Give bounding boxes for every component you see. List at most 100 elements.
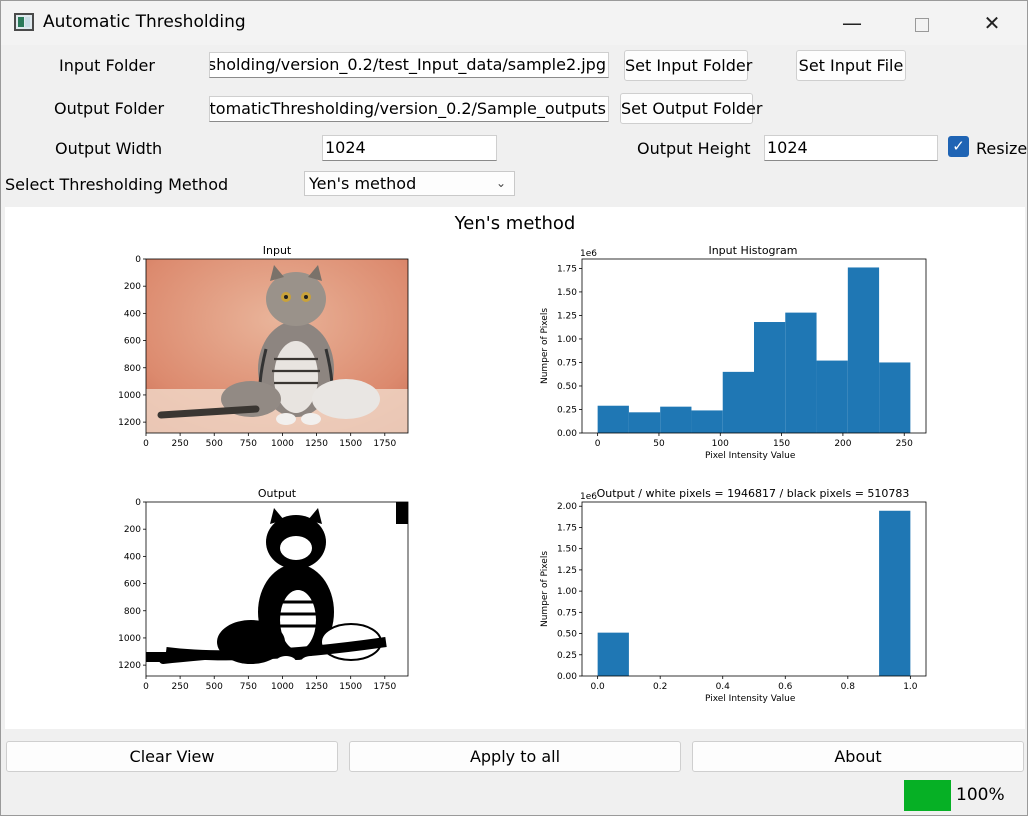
resize-label: Resize <box>976 139 1028 158</box>
output-histogram-ylabel: Numper of Pixels <box>540 550 550 628</box>
figure-suptitle: Yen's method <box>454 213 576 234</box>
y-scale-label: 1e6 <box>580 492 597 502</box>
y-tick-label: 1.75 <box>557 264 577 274</box>
x-tick-label: 750 <box>240 439 257 449</box>
input-path-field[interactable]: C:/Users/Github/AutomaticThresholding/ve… <box>209 52 609 78</box>
x-tick-label: 250 <box>172 682 189 692</box>
set-input-folder-button[interactable]: Set Input Folder <box>624 50 752 81</box>
progress-bar <box>904 780 951 811</box>
histogram-frame <box>581 501 927 677</box>
input-folder-label: Input Folder <box>59 56 155 75</box>
histogram-bar <box>879 510 911 676</box>
output-width-label: Output Width <box>55 139 163 158</box>
histogram-bar <box>660 406 692 433</box>
y-tick-label: 1000 <box>118 634 141 644</box>
output-histogram-chart: 0.0 0.2 0.4 0.6 0.8 1.0 0.00 0.25 0.50 0.75 1.00 1.… <box>557 492 927 692</box>
y-tick-label: 0.00 <box>557 672 577 682</box>
app-window: Automatic Thresholding — ✕ Input Folder … <box>0 0 1028 816</box>
x-tick-label: 500 <box>206 439 223 449</box>
x-tick-label: 0 <box>143 439 149 449</box>
y-tick-label: 0.00 <box>557 429 577 439</box>
histogram-bar <box>785 312 817 433</box>
x-tick-label: 250 <box>172 439 189 449</box>
x-tick-label: 1500 <box>339 439 362 449</box>
resize-checkbox[interactable]: ✓ <box>948 136 969 157</box>
method-label: Select Thresholding Method <box>5 175 229 194</box>
x-tick-label: 0.8 <box>841 682 856 692</box>
y-scale-label: 1e6 <box>580 249 597 259</box>
x-tick-label: 150 <box>773 439 790 449</box>
y-tick-label: 0.50 <box>557 630 577 640</box>
y-tick-label: 200 <box>124 525 141 535</box>
y-tick-label: 200 <box>124 282 141 292</box>
y-tick-label: 600 <box>124 337 141 347</box>
y-tick-label: 1.25 <box>557 566 577 576</box>
histogram-bar <box>628 412 661 433</box>
output-width-input[interactable]: 1024 <box>322 135 497 161</box>
method-select[interactable]: Yen's method ⌄ <box>304 171 515 196</box>
output-histogram-xlabel: Pixel Intensity Value <box>705 694 796 704</box>
x-tick-label: 1250 <box>305 682 328 692</box>
x-tick-label: 1.0 <box>903 682 918 692</box>
output-path-field[interactable]: C:/Users/Github/AutomaticThresholding/ve… <box>209 96 609 122</box>
y-tick-label: 1.50 <box>557 545 577 555</box>
y-tick-label: 1.75 <box>557 523 577 533</box>
y-tick-label: 800 <box>124 607 141 617</box>
y-tick-label: 1200 <box>118 418 141 428</box>
x-tick-label: 0.4 <box>716 682 731 692</box>
histogram-bar <box>597 405 629 433</box>
about-button[interactable]: About <box>692 741 1024 772</box>
x-tick-label: 250 <box>896 439 913 449</box>
maximize-button[interactable] <box>899 1 945 45</box>
input-histogram-chart: 0 50 100 150 200 250 0.00 0.25 0.50 0.75 1.00 1.25 1… <box>557 249 927 449</box>
histogram-bar <box>597 632 629 676</box>
output-folder-label: Output Folder <box>54 99 165 118</box>
set-output-folder-button[interactable]: Set Output Folder <box>620 93 762 124</box>
x-tick-label: 1750 <box>373 682 396 692</box>
output-image-axes: 0 250 500 750 1000 1250 1500 1750 0 200 400 600 800 1… <box>118 498 409 692</box>
histogram-bar <box>847 267 880 433</box>
x-tick-label: 0.6 <box>778 682 793 692</box>
y-tick-label: 0.75 <box>557 608 577 618</box>
x-tick-label: 1000 <box>271 439 294 449</box>
x-tick-label: 1750 <box>373 439 396 449</box>
title-bar: Automatic Thresholding — ✕ <box>1 1 1027 45</box>
x-tick-label: 750 <box>240 682 257 692</box>
y-tick-label: 1.00 <box>557 587 577 597</box>
x-tick-label: 1500 <box>339 682 362 692</box>
clear-view-button[interactable]: Clear View <box>6 741 338 772</box>
close-button[interactable]: ✕ <box>969 1 1015 45</box>
y-tick-label: 1.25 <box>557 311 577 321</box>
window-title: Automatic Thresholding <box>43 12 246 32</box>
x-tick-label: 500 <box>206 682 223 692</box>
input-histogram-ylabel: Numper of Pixels <box>540 307 550 385</box>
apply-to-all-button[interactable]: Apply to all <box>349 741 681 772</box>
output-height-input[interactable]: 1024 <box>764 135 938 161</box>
checkmark-icon: ✓ <box>952 137 965 155</box>
y-tick-label: 2.00 <box>557 502 577 512</box>
output-path-value: C:/Users/Github/AutomaticThresholding/ve… <box>209 99 606 118</box>
y-tick-label: 600 <box>124 580 141 590</box>
y-tick-label: 0 <box>135 255 141 265</box>
y-tick-label: 0.75 <box>557 358 577 368</box>
x-tick-label: 1000 <box>271 682 294 692</box>
x-tick-label: 0 <box>595 439 601 449</box>
y-tick-label: 1.00 <box>557 335 577 345</box>
method-select-value: Yen's method <box>309 174 417 193</box>
input-histogram-xlabel: Pixel Intensity Value <box>705 451 796 461</box>
output-height-label: Output Height <box>637 139 751 158</box>
x-tick-label: 0.2 <box>653 682 667 692</box>
input-path-value: C:/Users/Github/AutomaticThresholding/ve… <box>210 55 606 74</box>
y-tick-label: 1200 <box>118 661 141 671</box>
progress-label: 100% <box>956 785 1005 805</box>
chevron-down-icon: ⌄ <box>495 176 506 190</box>
y-tick-label: 0 <box>135 498 141 508</box>
y-tick-label: 0.50 <box>557 382 577 392</box>
set-input-file-button[interactable]: Set Input File <box>796 50 906 81</box>
x-tick-label: 0.0 <box>590 682 605 692</box>
minimize-button[interactable]: — <box>829 1 875 45</box>
y-tick-label: 400 <box>124 309 141 319</box>
histogram-bar <box>691 410 723 433</box>
x-tick-label: 50 <box>653 439 665 449</box>
x-tick-label: 1250 <box>305 439 328 449</box>
